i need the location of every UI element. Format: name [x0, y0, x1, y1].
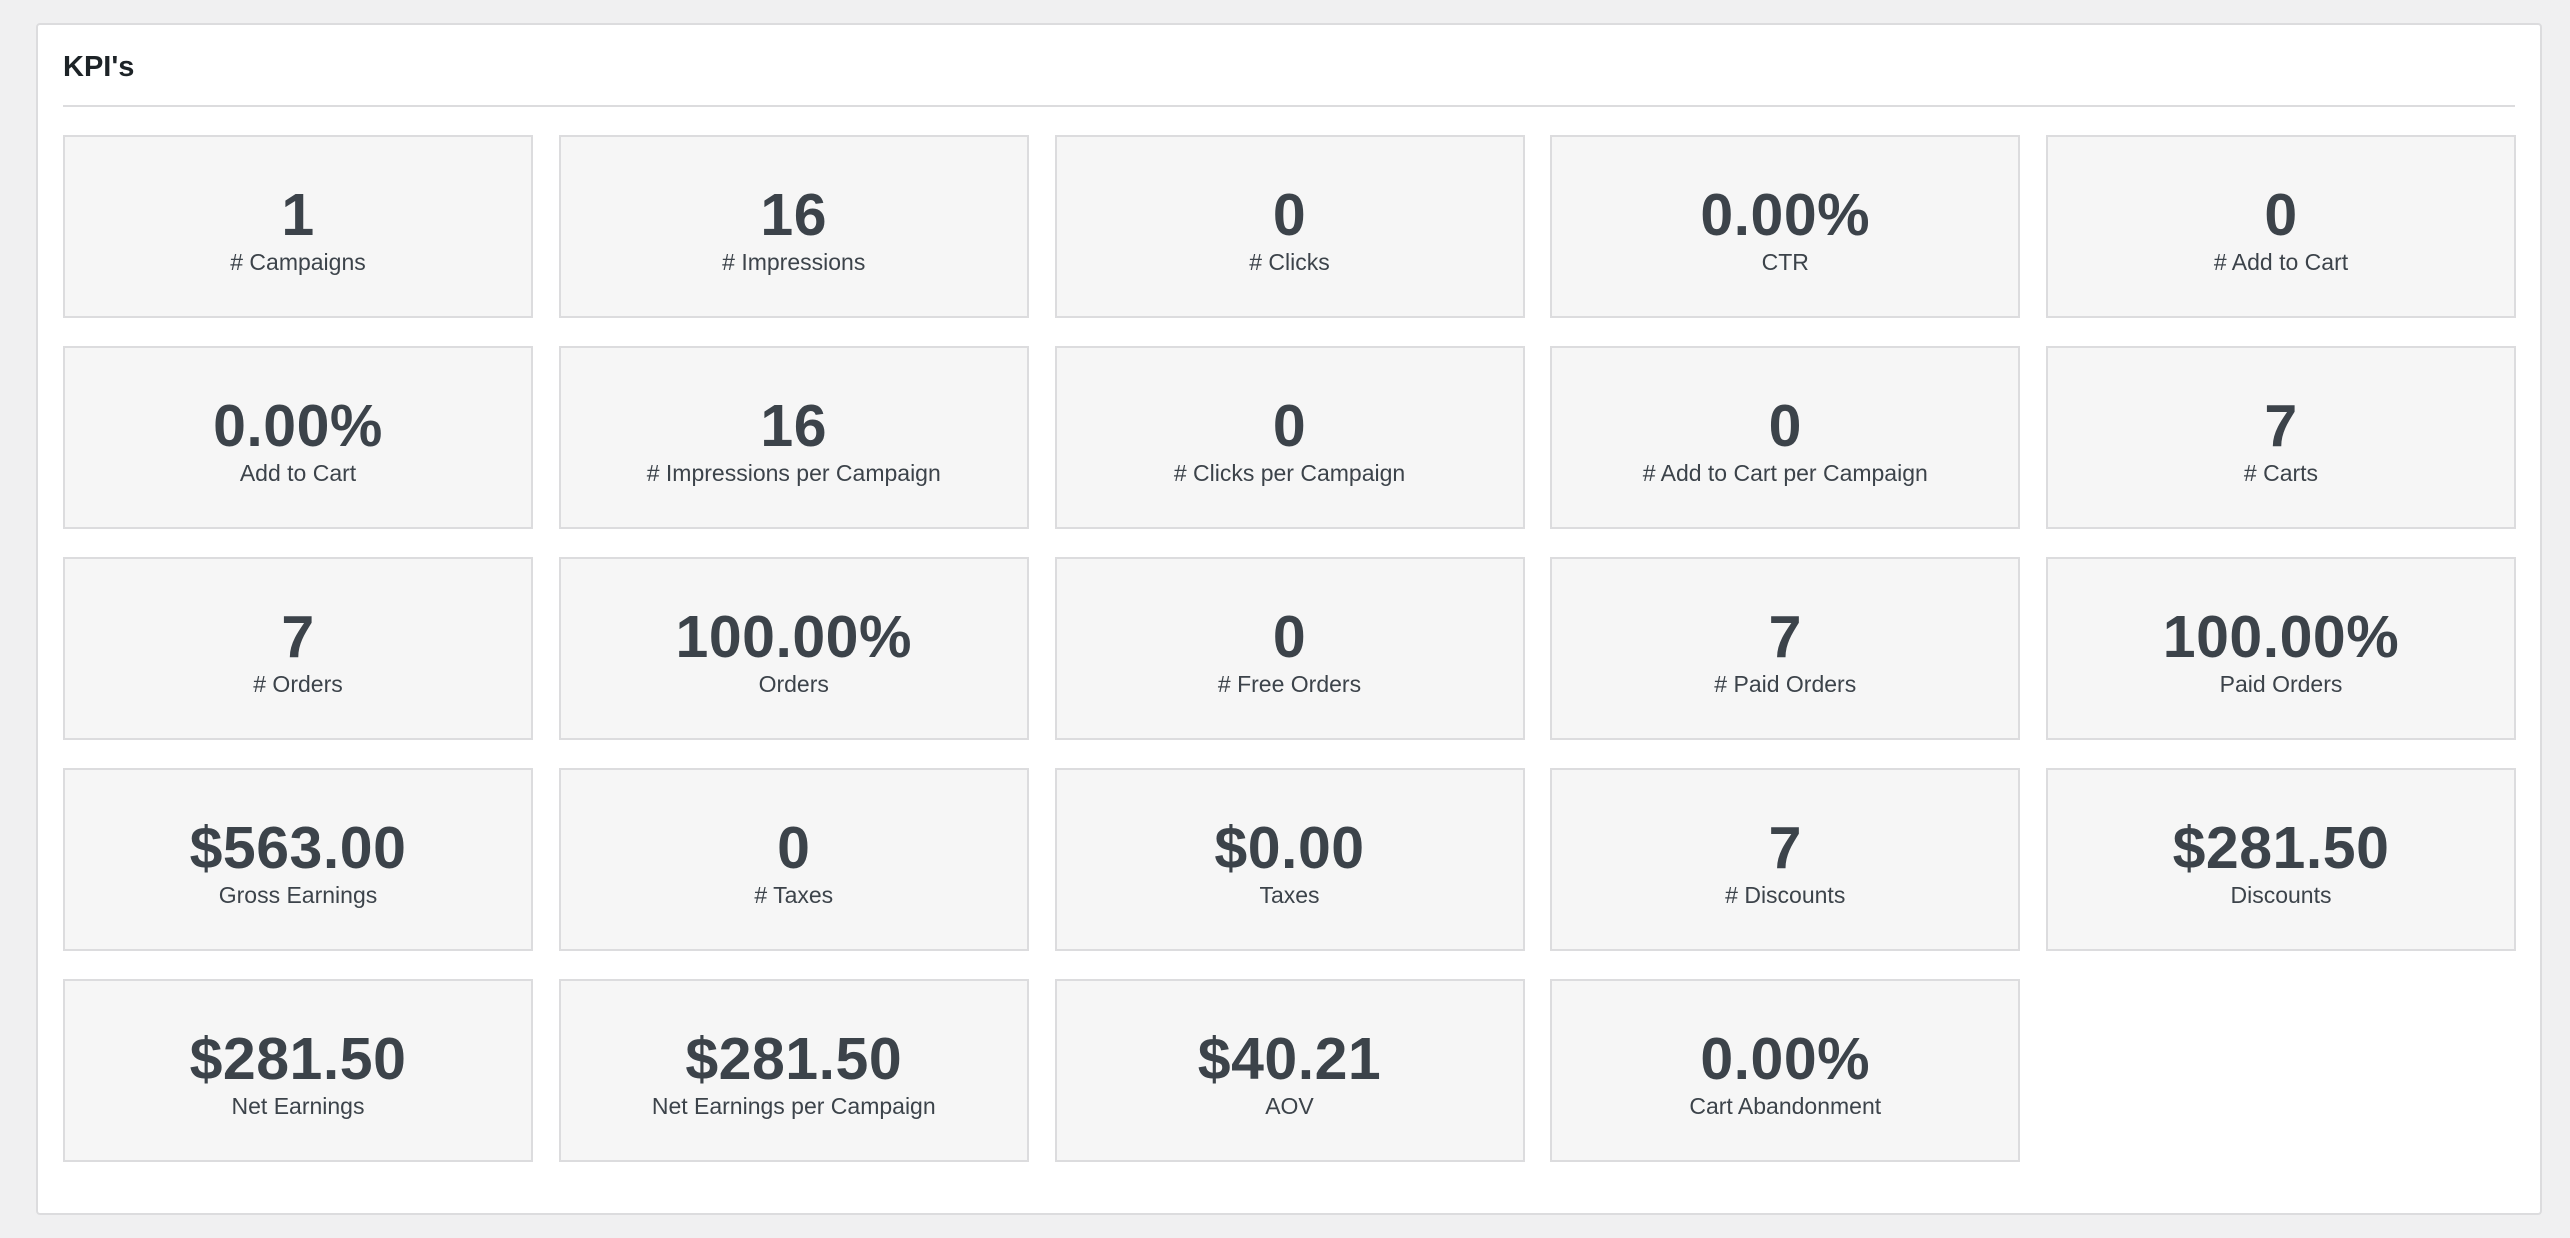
kpi-value: $0.00 [1214, 814, 1365, 881]
kpi-label: # Orders [253, 670, 343, 697]
kpi-value: 0.00% [1700, 181, 1871, 248]
kpi-value: 0 [1768, 392, 1802, 459]
kpi-value: $281.50 [2172, 814, 2390, 881]
kpi-card-impressions-per-campaign: 16 # Impressions per Campaign [558, 346, 1029, 529]
kpi-label: # Carts [2243, 459, 2319, 486]
kpi-label: Add to Cart [239, 459, 357, 486]
kpi-label: # Impressions [722, 248, 866, 275]
kpi-card-impressions: 16 # Impressions [558, 135, 1029, 318]
kpi-card-add-to-cart-per-campaign: 0 # Add to Cart per Campaign [1550, 346, 2021, 529]
kpi-card-campaigns: 1 # Campaigns [63, 135, 533, 318]
kpi-value: 100.00% [675, 603, 912, 670]
kpi-value: 7 [281, 603, 315, 670]
kpi-card-add-to-cart-rate: 0.00% Add to Cart [63, 346, 533, 529]
kpi-card-add-to-cart-count: 0 # Add to Cart [2046, 135, 2516, 318]
kpi-card-taxes-count: 0 # Taxes [558, 768, 1029, 951]
kpi-card-orders-rate: 100.00% Orders [558, 557, 1029, 740]
kpi-card-ctr: 0.00% CTR [1550, 135, 2021, 318]
kpi-value: 16 [760, 181, 828, 248]
kpi-card-gross-earnings: $563.00 Gross Earnings [63, 768, 533, 951]
kpi-label: Cart Abandonment [1689, 1092, 1882, 1119]
kpi-label: # Free Orders [1217, 670, 1362, 697]
kpi-label: # Campaigns [230, 248, 366, 275]
kpi-label: Net Earnings [231, 1092, 365, 1119]
kpi-value: 0.00% [1700, 1025, 1871, 1092]
kpi-card-net-earnings-per-campaign: $281.50 Net Earnings per Campaign [558, 979, 1029, 1162]
kpi-card-free-orders: 0 # Free Orders [1054, 557, 1525, 740]
kpi-panel: KPI's 1 # Campaigns 16 # Impressions 0 #… [36, 23, 2542, 1215]
kpi-value: 7 [1768, 603, 1802, 670]
panel-divider [63, 105, 2515, 107]
kpi-grid: 1 # Campaigns 16 # Impressions 0 # Click… [63, 135, 2516, 1162]
kpi-card-paid-orders-rate: 100.00% Paid Orders [2046, 557, 2516, 740]
kpi-label: Net Earnings per Campaign [651, 1092, 936, 1119]
kpi-label: Orders [758, 670, 829, 697]
kpi-label: # Clicks [1249, 248, 1330, 275]
kpi-label: CTR [1761, 248, 1809, 275]
kpi-label: Gross Earnings [218, 881, 378, 908]
kpi-card-clicks-per-campaign: 0 # Clicks per Campaign [1054, 346, 1525, 529]
kpi-card-net-earnings: $281.50 Net Earnings [63, 979, 533, 1162]
kpi-card-cart-abandonment: 0.00% Cart Abandonment [1550, 979, 2021, 1162]
kpi-value: 1 [281, 181, 315, 248]
kpi-label: # Impressions per Campaign [646, 459, 941, 486]
kpi-value: $40.21 [1197, 1025, 1382, 1092]
kpi-value: 0 [1272, 392, 1307, 459]
kpi-label: Paid Orders [2219, 670, 2343, 697]
kpi-card-carts: 7 # Carts [2046, 346, 2516, 529]
kpi-value: 100.00% [2162, 603, 2400, 670]
kpi-card-taxes-amount: $0.00 Taxes [1054, 768, 1525, 951]
kpi-value: 0 [2264, 181, 2298, 248]
kpi-label: # Paid Orders [1714, 670, 1857, 697]
kpi-label: # Clicks per Campaign [1173, 459, 1406, 486]
kpi-value: 0 [1272, 603, 1307, 670]
panel-title: KPI's [63, 51, 135, 83]
kpi-label: # Add to Cart [2213, 248, 2349, 275]
kpi-value: 16 [760, 392, 828, 459]
kpi-value: $281.50 [189, 1025, 407, 1092]
kpi-label: # Add to Cart per Campaign [1642, 459, 1928, 486]
kpi-card-clicks: 0 # Clicks [1054, 135, 1525, 318]
kpi-card-aov: $40.21 AOV [1054, 979, 1525, 1162]
kpi-card-discounts-count: 7 # Discounts [1550, 768, 2021, 951]
kpi-card-discounts-amount: $281.50 Discounts [2046, 768, 2516, 951]
kpi-value: 7 [1768, 814, 1802, 881]
kpi-label: Taxes [1259, 881, 1320, 908]
kpi-label: Discounts [2230, 881, 2332, 908]
kpi-card-orders-count: 7 # Orders [63, 557, 533, 740]
kpi-value: 0 [777, 814, 811, 881]
kpi-value: 0.00% [213, 392, 383, 459]
kpi-label: AOV [1265, 1092, 1314, 1119]
kpi-value: 7 [2264, 392, 2298, 459]
kpi-label: # Taxes [754, 881, 834, 908]
kpi-value: $281.50 [685, 1025, 903, 1092]
kpi-value: 0 [1272, 181, 1307, 248]
kpi-card-paid-orders-count: 7 # Paid Orders [1550, 557, 2021, 740]
kpi-value: $563.00 [189, 814, 407, 881]
kpi-label: # Discounts [1725, 881, 1846, 908]
